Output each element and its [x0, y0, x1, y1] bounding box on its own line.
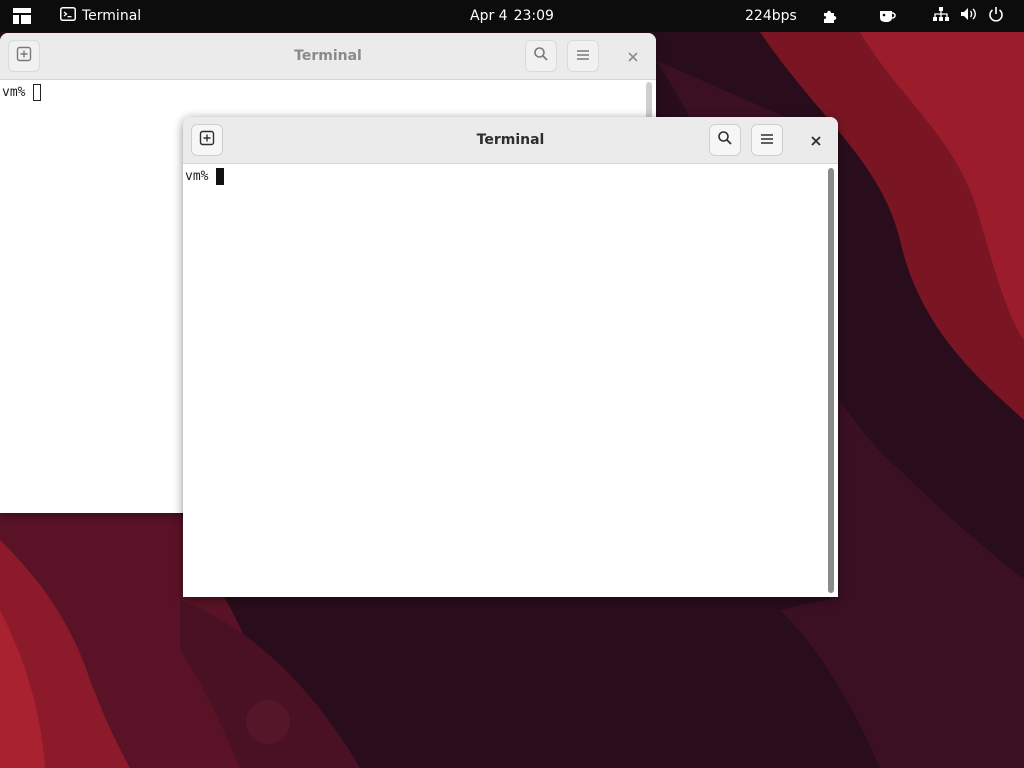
menu-button[interactable]: [567, 40, 599, 72]
search-button[interactable]: [709, 124, 741, 156]
menu-icon: [575, 47, 591, 66]
close-button[interactable]: [617, 40, 649, 72]
clock-date: Apr 4: [470, 8, 508, 24]
search-icon: [717, 130, 733, 150]
close-button[interactable]: [800, 124, 832, 156]
close-icon: [628, 47, 638, 66]
text-cursor: [33, 84, 42, 101]
new-tab-button[interactable]: [191, 124, 223, 156]
terminal-icon: [60, 7, 76, 25]
scrollbar[interactable]: [828, 168, 834, 593]
network-rate[interactable]: 224bps: [745, 0, 797, 32]
terminal-body[interactable]: vm%: [183, 164, 838, 597]
clock[interactable]: Apr 4 23:09: [470, 0, 560, 32]
text-cursor: [216, 168, 225, 185]
menu-button[interactable]: [751, 124, 783, 156]
window-header[interactable]: Terminal: [0, 33, 656, 80]
search-icon: [533, 46, 549, 66]
terminal-prompt: vm%: [2, 84, 42, 101]
app-menu-label: Terminal: [82, 8, 142, 24]
terminal-window-front[interactable]: Terminal vm%: [183, 117, 838, 597]
new-tab-button[interactable]: [8, 40, 40, 72]
window-title: Terminal: [476, 132, 545, 148]
top-bar: Terminal Apr 4 23:09 224bps: [0, 0, 1024, 32]
terminal-prompt: vm%: [185, 168, 225, 185]
network-icon: [932, 6, 950, 26]
system-menu[interactable]: [932, 0, 1004, 32]
window-title: Terminal: [294, 48, 362, 64]
new-tab-icon: [16, 46, 32, 66]
coffee-cup-icon[interactable]: [878, 0, 898, 32]
power-icon: [988, 6, 1004, 26]
menu-icon: [759, 131, 775, 150]
search-button[interactable]: [525, 40, 557, 72]
apps-grid-icon[interactable]: [10, 0, 34, 32]
window-header[interactable]: Terminal: [183, 117, 838, 164]
prompt-text: vm%: [185, 169, 209, 184]
new-tab-icon: [199, 130, 215, 150]
puzzle-icon[interactable]: [820, 0, 840, 32]
clock-time: 23:09: [513, 8, 554, 24]
prompt-text: vm%: [2, 85, 26, 100]
close-icon: [811, 131, 821, 150]
volume-icon: [960, 6, 978, 26]
app-menu[interactable]: Terminal: [60, 0, 141, 32]
